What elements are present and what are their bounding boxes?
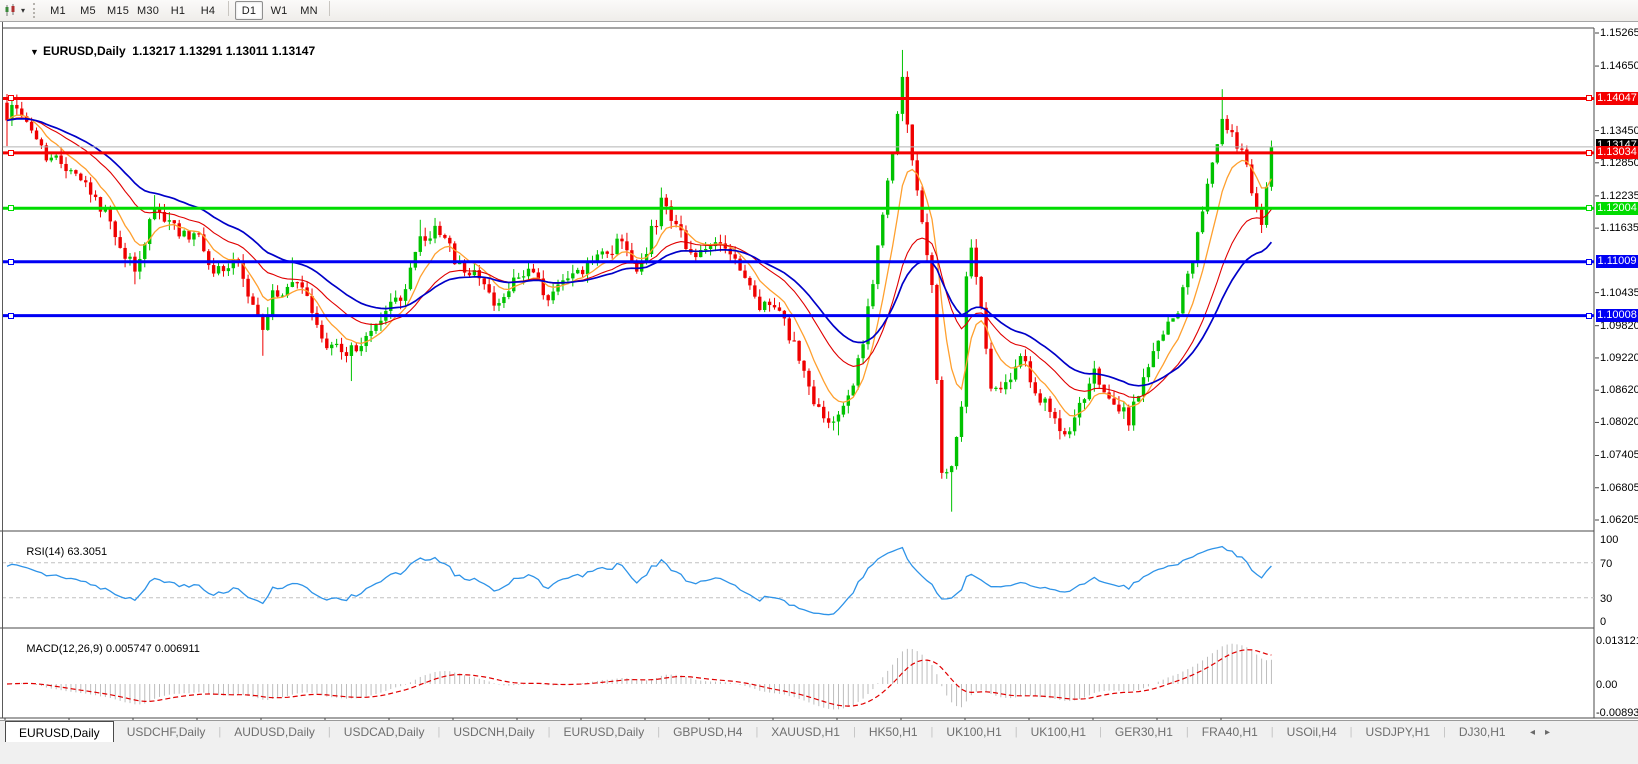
hline-badge-1.14047: 1.14047 (1596, 92, 1638, 105)
hline-handle-left[interactable] (8, 313, 14, 319)
timeframe-button-m15[interactable]: M15 (104, 1, 132, 20)
chart-tab-audusd-daily[interactable]: AUDUSD,Daily (221, 721, 328, 743)
price-axis-label: 1.11635 (1600, 222, 1638, 234)
price-axis-label: 1.08620 (1600, 384, 1638, 396)
chart-tool-caret-icon: ▾ (21, 7, 25, 15)
rsi-line (7, 547, 1271, 615)
rsi-axis-label: 0 (1600, 616, 1638, 628)
chart-tab-usdcad-daily[interactable]: USDCAD,Daily (331, 721, 438, 743)
hline-badge-1.12004: 1.12004 (1596, 202, 1638, 215)
hline-handle-left[interactable] (8, 150, 14, 156)
price-axis-label: 1.07405 (1600, 449, 1638, 461)
hline-badge-1.10008: 1.10008 (1596, 309, 1638, 322)
mt4-terminal: ▾ M1M5M15M30H1H4 D1W1MN ▼ EURUSD,Daily 1.1… (0, 0, 1638, 764)
hline-badge-1.11009: 1.11009 (1596, 255, 1638, 268)
ma-line-34 (7, 119, 1271, 386)
price-axis-label: 1.15265 (1600, 27, 1638, 39)
hline-handle-right[interactable] (1586, 95, 1592, 101)
chart-tabs: EURUSD,DailyUSDCHF,Daily|AUDUSD,Daily|US… (0, 721, 1519, 743)
macd-axis-label: 0.013121 (1596, 635, 1638, 647)
status-strip (0, 742, 1638, 764)
chart-canvas[interactable] (0, 22, 1638, 764)
chart-tab-ger30-h1[interactable]: GER30,H1 (1102, 721, 1186, 743)
price-axis-label: 1.12235 (1600, 190, 1638, 202)
price-axis-label: 1.10435 (1600, 287, 1638, 299)
hline-handle-right[interactable] (1586, 313, 1592, 319)
mini-candles-icon (4, 4, 18, 17)
hline-handle-right[interactable] (1586, 205, 1592, 211)
rsi-axis-label: 30 (1600, 593, 1638, 605)
hline-handle-right[interactable] (1586, 259, 1592, 265)
timeframe-button-w1[interactable]: W1 (265, 1, 293, 20)
rsi-name: RSI(14) (26, 546, 64, 558)
rsi-panel (2, 547, 1594, 615)
price-axis-label: 1.06205 (1600, 514, 1638, 526)
tab-scroll-left-icon[interactable]: ◂ (1530, 727, 1535, 738)
timeframe-button-m5[interactable]: M5 (74, 1, 102, 20)
rsi-value: 63.3051 (67, 546, 107, 558)
window-left-border (2, 22, 3, 718)
timeframe-buttons: M1M5M15M30H1H4 D1W1MN (43, 1, 335, 20)
chart-tab-fra40-h1[interactable]: FRA40,H1 (1189, 721, 1271, 743)
price-axis-label: 1.08020 (1600, 416, 1638, 428)
timeframe-button-d1[interactable]: D1 (235, 1, 263, 20)
timeframe-toolbar: ▾ M1M5M15M30H1H4 D1W1MN (0, 0, 1638, 22)
chart-tab-usdjpy-h1[interactable]: USDJPY,H1 (1353, 721, 1443, 743)
macd-values: 0.005747 0.006911 (106, 643, 200, 655)
chart-title[interactable]: ▼ EURUSD,Daily 1.13217 1.13291 1.13011 1.… (10, 30, 315, 72)
chart-tab-usdchf-daily[interactable]: USDCHF,Daily (114, 721, 219, 743)
macd-label: MACD(12,26,9) 0.005747 0.006911 (8, 631, 200, 667)
rsi-axis-label: 100 (1600, 534, 1638, 546)
macd-axis-label: 0.00 (1596, 679, 1638, 691)
chart-ohlc-values: 1.13217 1.13291 1.13011 1.13147 (132, 44, 315, 58)
hline-handle-left[interactable] (8, 95, 14, 101)
timeframe-button-m1[interactable]: M1 (44, 1, 72, 20)
panel-borders (0, 28, 1638, 718)
price-axis-label: 1.09220 (1600, 352, 1638, 364)
chart-tab-eurusd-daily[interactable]: EURUSD,Daily (5, 721, 114, 743)
chart-window: ▼ EURUSD,Daily 1.13217 1.13291 1.13011 1.… (0, 22, 1638, 764)
chart-tab-uk100-h1[interactable]: UK100,H1 (933, 721, 1014, 743)
price-axis-label: 1.14650 (1600, 60, 1638, 72)
chart-tab-uk100-h1[interactable]: UK100,H1 (1018, 721, 1099, 743)
ma-line-8 (7, 115, 1271, 416)
candles-layer (7, 50, 1271, 512)
hline-handle-right[interactable] (1586, 150, 1592, 156)
hline-handle-left[interactable] (8, 259, 14, 265)
chart-tab-xauusd-h1[interactable]: XAUUSD,H1 (758, 721, 853, 743)
timeframe-button-m30[interactable]: M30 (134, 1, 162, 20)
symbol-dropdown-icon[interactable]: ▼ (30, 47, 39, 57)
chart-tab-usoil-h4[interactable]: USOil,H4 (1274, 721, 1350, 743)
rsi-label: RSI(14) 63.3051 (8, 534, 107, 570)
axis-ticks (1595, 33, 1599, 520)
tab-scroll-right-icon[interactable]: ▸ (1545, 727, 1550, 738)
chart-symbol: EURUSD,Daily (43, 44, 126, 58)
macd-name: MACD(12,26,9) (26, 643, 102, 655)
timeframe-button-mn[interactable]: MN (295, 1, 323, 20)
chart-tab-dj30-h1[interactable]: DJ30,H1 (1446, 721, 1519, 743)
toolbar-separator (228, 1, 229, 16)
toolbar-grip[interactable] (33, 3, 39, 18)
price-axis-label: 1.06805 (1600, 482, 1638, 494)
chart-tab-hk50-h1[interactable]: HK50,H1 (856, 721, 931, 743)
tab-scroll-arrows: ◂ ▸ (1530, 721, 1550, 743)
timeframe-button-h4[interactable]: H4 (194, 1, 222, 20)
toolbar-separator (329, 1, 330, 16)
timeframe-button-h1[interactable]: H1 (164, 1, 192, 20)
chart-tab-bar: EURUSD,DailyUSDCHF,Daily|AUDUSD,Daily|US… (0, 720, 1638, 743)
chart-tab-eurusd-daily[interactable]: EURUSD,Daily (551, 721, 658, 743)
price-axis-label: 1.13450 (1600, 125, 1638, 137)
chart-tab-gbpusd-h4[interactable]: GBPUSD,H4 (660, 721, 755, 743)
chart-tab-usdcnh-daily[interactable]: USDCNH,Daily (440, 721, 547, 743)
hline-handle-left[interactable] (8, 205, 14, 211)
macd-axis-label: -0.008933 (1596, 707, 1638, 719)
chart-tool-button[interactable]: ▾ (0, 0, 31, 21)
hline-badge-1.13034: 1.13034 (1596, 146, 1638, 159)
rsi-axis-label: 70 (1600, 558, 1638, 570)
